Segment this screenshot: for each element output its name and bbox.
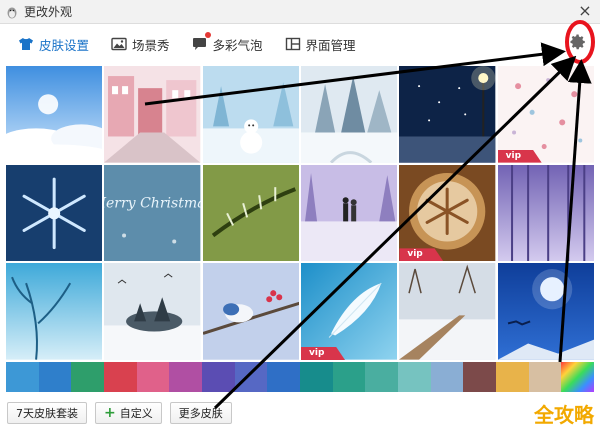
skin-thumbnail-bird-branch[interactable]	[202, 263, 299, 360]
color-swatch[interactable]	[202, 362, 235, 392]
skin-thumbnail-ice-snowflake[interactable]	[6, 164, 103, 262]
tab-colorful-bubbles[interactable]: 多彩气泡	[192, 31, 263, 54]
bottom-bar: 7天皮肤套装 + 自定义 更多皮肤 全攻略	[0, 392, 600, 434]
tab-scene-show[interactable]: 场景秀	[111, 35, 170, 54]
skin-thumbnail-night-lamp[interactable]	[399, 66, 496, 163]
new-badge-dot	[204, 31, 211, 38]
watermark-logo: 全攻略	[534, 403, 594, 427]
skin-thumbnail-snowman[interactable]	[202, 66, 299, 163]
color-swatch[interactable]	[398, 362, 431, 392]
custom-skin-button[interactable]: + 自定义	[95, 402, 162, 424]
color-swatch[interactable]	[430, 362, 464, 392]
close-button[interactable]: ×	[576, 2, 594, 20]
skin-thumbnail-blue-branches[interactable]	[6, 263, 103, 360]
seven-day-skin-pack-button[interactable]: 7天皮肤套装	[7, 402, 87, 424]
window-title: 更改外观	[24, 5, 73, 19]
skin-grid: vip Merry Christmas vip vip	[6, 66, 594, 360]
color-swatch[interactable]	[6, 362, 39, 392]
color-swatch[interactable]	[463, 362, 497, 392]
skin-thumbnail-frosted-pine[interactable]	[202, 164, 299, 262]
title-bar: 更改外观 ×	[0, 0, 600, 24]
tab-interface-management[interactable]: 界面管理	[285, 35, 356, 54]
skin-thumbnail-white-feather[interactable]: vip	[301, 263, 398, 360]
color-swatch[interactable]	[38, 362, 72, 392]
qq-penguin-icon	[5, 5, 19, 19]
tab-label: 多彩气泡	[212, 37, 263, 53]
shirt-icon	[18, 37, 34, 51]
color-swatch-row	[6, 362, 595, 392]
skin-thumbnail-snowy-bridge[interactable]	[399, 263, 496, 360]
color-swatch[interactable]	[104, 362, 137, 392]
tab-label: 场景秀	[132, 37, 170, 53]
chat-bubble-icon	[192, 37, 208, 51]
skin-thumbnail-purple-trees[interactable]	[497, 164, 594, 262]
merry-christmas-text: Merry Christmas	[104, 195, 200, 211]
skin-thumbnail-latte-snowflake[interactable]: vip	[399, 164, 496, 262]
gear-icon[interactable]	[566, 30, 590, 54]
color-swatch[interactable]	[300, 362, 333, 392]
skin-thumbnail-snowy-forest[interactable]	[301, 66, 398, 163]
skin-thumbnail-merry-christmas[interactable]: Merry Christmas	[104, 164, 201, 262]
color-swatch[interactable]	[267, 362, 301, 392]
color-swatch[interactable]	[365, 362, 399, 392]
skin-thumbnail-pink-snowflakes[interactable]: vip	[497, 66, 594, 163]
custom-skin-label: 自定义	[119, 407, 153, 420]
skin-thumbnail-pink-street[interactable]	[104, 66, 201, 163]
tab-skin-settings[interactable]: 皮肤设置	[18, 35, 89, 54]
plus-icon: +	[104, 405, 116, 421]
color-swatch[interactable]	[71, 362, 105, 392]
tab-label: 皮肤设置	[39, 37, 90, 53]
color-swatch[interactable]	[332, 362, 366, 392]
tab-label: 界面管理	[305, 37, 356, 53]
skin-thumbnail-moon-reindeer[interactable]	[497, 263, 594, 360]
color-swatch[interactable]	[528, 362, 562, 392]
layout-icon	[285, 37, 301, 51]
color-swatch[interactable]	[169, 362, 203, 392]
skin-thumbnail-clouds[interactable]	[6, 66, 103, 163]
color-swatch[interactable]	[234, 362, 268, 392]
skin-thumbnail-snowy-shore[interactable]	[104, 263, 201, 360]
skin-thumbnail-couple-snow[interactable]	[301, 164, 398, 262]
more-skins-button[interactable]: 更多皮肤	[169, 402, 232, 424]
tab-bar: 皮肤设置 场景秀 多彩气泡 界面管理	[0, 24, 600, 64]
color-swatch-rainbow[interactable]	[561, 362, 595, 392]
color-swatch[interactable]	[496, 362, 529, 392]
color-swatch[interactable]	[136, 362, 170, 392]
picture-icon	[111, 37, 127, 51]
